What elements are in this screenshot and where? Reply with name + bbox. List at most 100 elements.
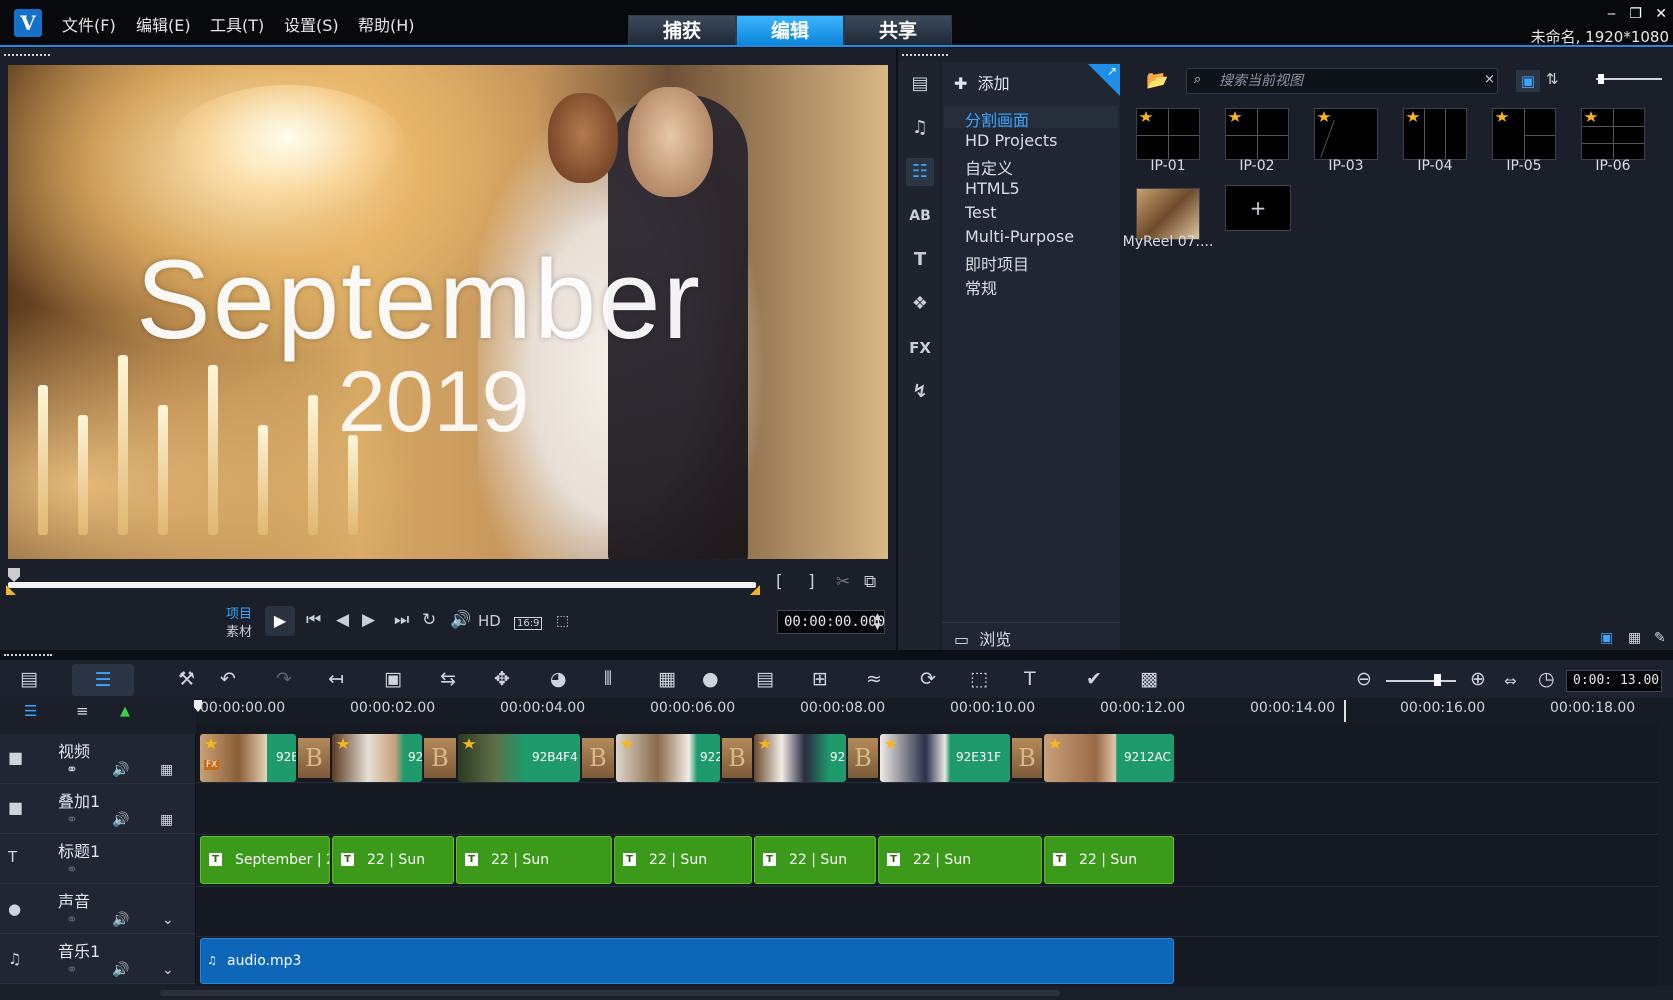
edit-icon[interactable]: ✎ bbox=[1654, 630, 1666, 646]
thumb-ip-02[interactable] bbox=[1225, 108, 1289, 160]
next-frame-icon[interactable]: ▶ bbox=[362, 610, 375, 630]
timeline-view-icon[interactable]: ☰ bbox=[72, 664, 134, 696]
mark-in-icon[interactable]: [ bbox=[776, 572, 783, 592]
folder-test[interactable]: Test bbox=[965, 203, 997, 222]
play-button[interactable]: ▶ bbox=[265, 606, 295, 636]
media-icon[interactable]: ▤ bbox=[906, 70, 934, 98]
title-clip[interactable]: TSeptember | 201 bbox=[200, 836, 330, 884]
minimize-icon[interactable]: ‒ bbox=[1607, 6, 1616, 22]
open-folder-icon[interactable]: 📂 bbox=[1146, 70, 1168, 91]
mode-project[interactable]: 项目 bbox=[226, 603, 252, 622]
title-clip[interactable]: T 22 | Sun bbox=[332, 836, 454, 884]
track-header-title[interactable]: T 标题1 ⚭ bbox=[0, 834, 196, 884]
scrubber-track[interactable] bbox=[8, 582, 756, 588]
transition-clip[interactable]: B bbox=[582, 738, 614, 778]
stop-motion-icon[interactable]: ✔ bbox=[1086, 668, 1102, 690]
add-marker-icon[interactable]: ≡ bbox=[76, 702, 89, 720]
clear-search-icon[interactable]: × bbox=[1484, 72, 1495, 87]
split-icon[interactable]: ⇆ bbox=[440, 668, 456, 690]
folder-multi-purpose[interactable]: Multi-Purpose bbox=[965, 227, 1074, 246]
home-icon[interactable]: ⏮ bbox=[306, 610, 321, 630]
menu-tools[interactable]: 工具(T) bbox=[210, 12, 264, 36]
mode-clip[interactable]: 素材 bbox=[226, 621, 252, 640]
link-icon[interactable]: ⚭ bbox=[66, 762, 78, 778]
subtitle-icon[interactable]: ▤ bbox=[756, 668, 774, 690]
title-clip[interactable]: T 22 | Sun bbox=[754, 836, 876, 884]
chevron-down-icon[interactable]: ⌄ bbox=[162, 962, 174, 978]
track-header-voice[interactable]: ● 声音 ⚭ 🔊 ⌄ bbox=[0, 884, 196, 934]
title-icon[interactable]: T bbox=[906, 246, 934, 274]
transition-icon[interactable]: AB bbox=[906, 202, 934, 230]
scrollbar-thumb[interactable] bbox=[160, 990, 1060, 996]
video-clip[interactable]: FX 92E bbox=[200, 734, 296, 782]
track-header-overlay[interactable]: ■ 叠加1 ⚭ 🔊 ▦ bbox=[0, 784, 196, 834]
audio-icon[interactable]: ♫ bbox=[906, 114, 934, 142]
thumbnail-view-icon[interactable]: ▣ bbox=[1516, 70, 1540, 92]
link-icon[interactable]: ⚭ bbox=[66, 912, 78, 928]
title-clip[interactable]: T 22 | Sun bbox=[1044, 836, 1174, 884]
aspect-ratio-button[interactable]: 16:9 bbox=[514, 617, 543, 630]
folder-instant-project[interactable]: 即时项目 bbox=[965, 251, 1029, 275]
folder-html5[interactable]: HTML5 bbox=[965, 179, 1020, 198]
link-icon[interactable]: ⚭ bbox=[66, 962, 78, 978]
folder-general[interactable]: 常规 bbox=[965, 275, 997, 299]
track-header-music[interactable]: ♫ 音乐1 ⚭ 🔊 ⌄ bbox=[0, 934, 196, 984]
video-clip[interactable]: 92 bbox=[332, 734, 422, 782]
hd-button[interactable]: HD bbox=[478, 612, 501, 630]
zoom-slider[interactable] bbox=[1386, 680, 1456, 682]
menu-edit[interactable]: 编辑(E) bbox=[136, 12, 191, 36]
restore-icon[interactable]: ❐ bbox=[1629, 6, 1642, 22]
end-icon[interactable]: ⏭ bbox=[394, 610, 409, 630]
video-clip[interactable]: 92 bbox=[754, 734, 846, 782]
media-tag-icon[interactable]: ▩ bbox=[1140, 668, 1158, 690]
audio-clip[interactable]: ♫ audio.mp3 bbox=[200, 938, 1174, 984]
folder-split-screen[interactable]: 分割画面 bbox=[965, 107, 1029, 131]
mark-out-icon[interactable]: ] bbox=[808, 572, 815, 592]
thumb-myreel[interactable] bbox=[1136, 188, 1200, 240]
mask-icon[interactable]: ● bbox=[702, 668, 719, 690]
panel-grip[interactable] bbox=[4, 54, 50, 56]
volume-icon[interactable]: 🔊 bbox=[450, 610, 471, 630]
zoom-out-icon[interactable]: ⊖ bbox=[1356, 668, 1372, 690]
3d-title-icon[interactable]: T bbox=[1024, 668, 1036, 690]
track-manager-icon[interactable]: ☰ bbox=[24, 702, 37, 720]
close-icon[interactable]: ✕ bbox=[1655, 6, 1667, 22]
title-clip[interactable]: T 22 | Sun bbox=[614, 836, 752, 884]
zoom-in-icon[interactable]: ⊕ bbox=[1470, 668, 1486, 690]
storyboard-view-icon[interactable]: ▤ bbox=[20, 668, 38, 690]
motion-icon[interactable]: ≈ bbox=[866, 668, 882, 690]
thumb-ip-04[interactable] bbox=[1403, 108, 1467, 160]
tab-capture[interactable]: 捕获 bbox=[628, 15, 736, 46]
transition-clip[interactable]: B bbox=[298, 738, 330, 778]
mute-icon[interactable]: 🔊 bbox=[112, 962, 129, 978]
tab-share[interactable]: 共享 bbox=[844, 15, 952, 46]
record-screen-icon[interactable]: ▣ bbox=[384, 668, 402, 690]
thumb-size-slider[interactable] bbox=[1596, 78, 1662, 80]
title-clip[interactable]: T 22 | Sun bbox=[456, 836, 612, 884]
video-clip[interactable]: 92B4F4 bbox=[458, 734, 580, 782]
link-icon[interactable]: ⚭ bbox=[66, 862, 78, 878]
fx-icon[interactable]: FX bbox=[906, 334, 934, 362]
thumb-ip-06[interactable] bbox=[1581, 108, 1645, 160]
crop-icon[interactable]: ⬚ bbox=[556, 613, 569, 629]
video-clip[interactable]: 922 bbox=[616, 734, 720, 782]
mute-icon[interactable]: 🔊 bbox=[112, 762, 129, 778]
chevron-down-icon[interactable]: ⌄ bbox=[162, 912, 174, 928]
move-icon[interactable]: ✥ bbox=[494, 668, 510, 690]
audio-mix-icon[interactable]: ⫴ bbox=[604, 668, 612, 690]
ripple-icon[interactable]: ▦ bbox=[160, 812, 173, 828]
enlarge-preview-icon[interactable]: ⧉ bbox=[864, 572, 876, 592]
sort-icon[interactable]: ⇅ bbox=[1546, 70, 1559, 88]
thumb-size-handle[interactable] bbox=[1598, 74, 1604, 84]
mute-icon[interactable]: 🔊 bbox=[112, 812, 129, 828]
undo-icon[interactable]: ↶ bbox=[220, 668, 236, 690]
panel-grip[interactable] bbox=[902, 54, 948, 56]
layout-icon[interactable]: ▣ bbox=[1600, 630, 1613, 646]
ripple-icon[interactable]: ▦ bbox=[160, 762, 173, 778]
scissors-icon[interactable]: ✂ bbox=[836, 572, 850, 592]
transition-clip[interactable]: B bbox=[424, 738, 456, 778]
tracking-icon[interactable]: ⬚ bbox=[970, 668, 988, 690]
folder-hd-projects[interactable]: HD Projects bbox=[965, 131, 1058, 150]
prev-frame-icon[interactable]: ◀ bbox=[336, 610, 349, 630]
menu-help[interactable]: 帮助(H) bbox=[358, 12, 415, 36]
